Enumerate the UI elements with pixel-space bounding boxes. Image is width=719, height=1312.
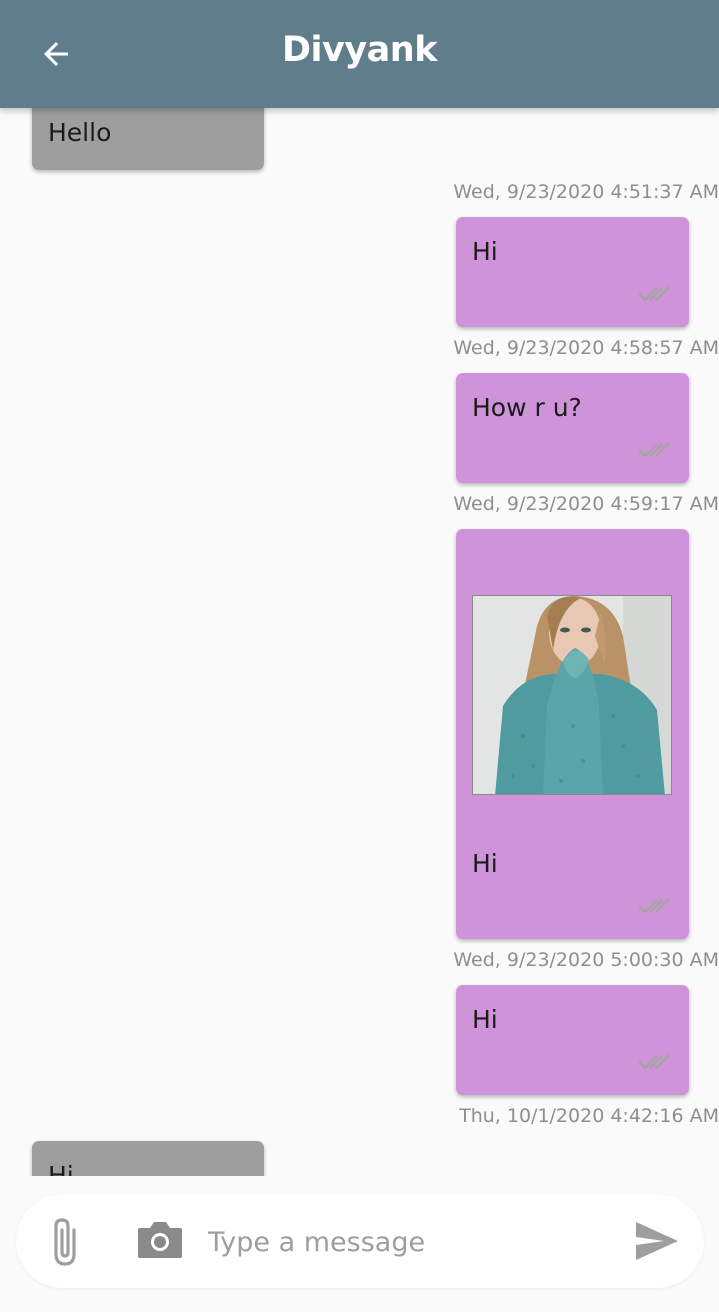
- message-timestamp: Wed, 9/23/2020 5:00:30 AM: [453, 949, 719, 971]
- message-text: How r u?: [472, 393, 582, 422]
- app-bar: Divyank: [0, 0, 719, 108]
- double-check-icon: [638, 898, 670, 914]
- message-text: Hi: [472, 237, 498, 266]
- message-bubble-outgoing[interactable]: Hi: [456, 985, 689, 1095]
- chat-screen: Hello Wed, 9/23/2020 4:51:37 AM Hi Wed, …: [0, 0, 719, 1312]
- message-composer: [16, 1194, 704, 1288]
- message-bubble-outgoing[interactable]: How r u?: [456, 373, 689, 483]
- message-bubble-outgoing-image[interactable]: Hi: [456, 529, 689, 939]
- message-photo[interactable]: [472, 595, 672, 795]
- message-timestamp: Thu, 10/1/2020 4:42:16 AM: [459, 1105, 719, 1127]
- message-text: Hi: [472, 849, 498, 878]
- message-input[interactable]: [206, 1216, 610, 1268]
- paperclip-icon: [54, 1218, 76, 1266]
- double-check-icon: [638, 1054, 670, 1070]
- message-timestamp: Wed, 9/23/2020 4:58:57 AM: [453, 337, 719, 359]
- message-bubble-incoming[interactable]: Hi: [32, 1141, 264, 1176]
- message-text: Hello: [48, 118, 112, 147]
- send-icon: [636, 1222, 678, 1260]
- double-check-icon: [638, 286, 670, 302]
- send-button[interactable]: [634, 1220, 680, 1262]
- message-timestamp: Wed, 9/23/2020 4:51:37 AM: [453, 181, 719, 203]
- message-list[interactable]: Hello Wed, 9/23/2020 4:51:37 AM Hi Wed, …: [0, 0, 719, 1176]
- message-timestamp: Wed, 9/23/2020 4:59:17 AM: [453, 493, 719, 515]
- double-check-icon: [638, 442, 670, 458]
- message-text: Hi: [48, 1161, 74, 1176]
- camera-icon: [138, 1222, 182, 1258]
- photo-image: [473, 596, 671, 794]
- camera-button[interactable]: [136, 1220, 184, 1260]
- message-bubble-outgoing[interactable]: Hi: [456, 217, 689, 327]
- message-text: Hi: [472, 1005, 498, 1034]
- attach-button[interactable]: [46, 1216, 86, 1268]
- chat-title: Divyank: [282, 30, 438, 70]
